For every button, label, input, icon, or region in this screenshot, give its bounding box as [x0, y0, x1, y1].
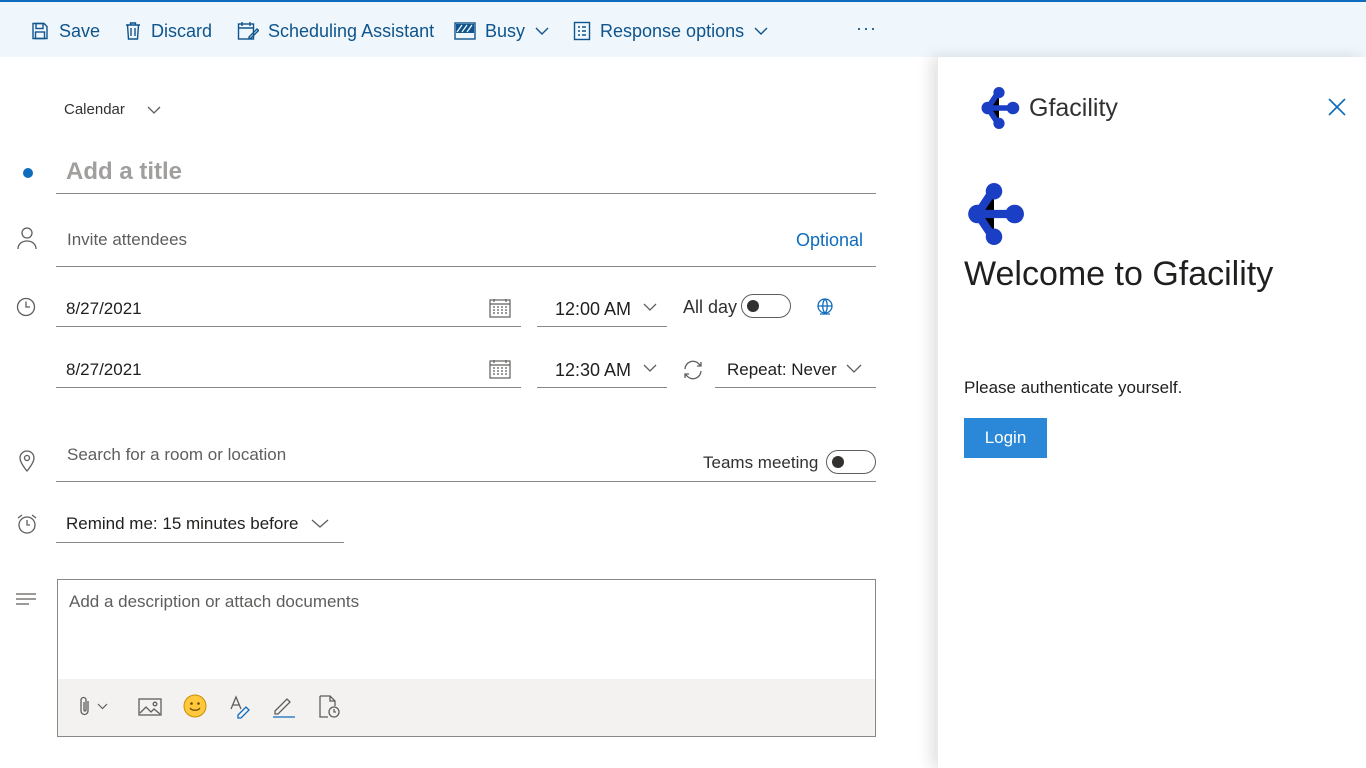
busy-dropdown[interactable]: Busy	[454, 16, 549, 46]
chevron-down-icon	[846, 364, 862, 373]
calendar-edit-icon	[237, 22, 259, 40]
end-date-picker[interactable]: 8/27/2021	[56, 352, 521, 388]
welcome-heading: Welcome to Gfacility	[964, 255, 1274, 293]
location-placeholder: Search for a room or location	[67, 445, 287, 464]
reminder-label: Remind me: 15 minutes before	[66, 514, 299, 533]
chevron-down-icon	[311, 519, 329, 528]
alarm-clock-icon	[17, 514, 37, 534]
paperclip-icon	[80, 696, 89, 716]
repeat-label: Repeat: Never	[727, 360, 837, 379]
formatting-toolbar	[58, 679, 875, 736]
text-lines-icon	[16, 593, 36, 605]
save-button[interactable]: Save	[30, 16, 100, 46]
teams-meeting-toggle[interactable]	[826, 450, 876, 474]
insert-document-icon[interactable]	[318, 695, 340, 719]
all-day-toggle[interactable]	[741, 294, 791, 318]
response-options-label: Response options	[600, 20, 745, 41]
scheduling-assistant-button[interactable]: Scheduling Assistant	[237, 16, 434, 46]
all-day-label: All day	[683, 297, 738, 317]
calendar-color-dot	[23, 168, 33, 178]
save-label: Save	[59, 20, 101, 41]
login-button[interactable]: Login	[964, 418, 1047, 458]
close-icon[interactable]	[1328, 98, 1346, 116]
chevron-down-icon	[754, 27, 768, 35]
signature-pen-icon[interactable]	[271, 695, 297, 719]
clock-icon	[16, 297, 36, 317]
optional-attendees-link[interactable]: Optional	[796, 230, 863, 251]
person-icon	[17, 227, 37, 250]
teams-meeting-label: Teams meeting	[703, 453, 819, 472]
trash-icon	[126, 22, 140, 40]
start-date-value: 8/27/2021	[66, 299, 142, 318]
reminder-dropdown[interactable]: Remind me: 15 minutes before	[56, 507, 344, 543]
calendar-label: Calendar	[64, 101, 125, 118]
discard-button[interactable]: Discard	[124, 16, 212, 46]
chevron-down-icon	[97, 703, 108, 709]
description-placeholder: Add a description or attach documents	[69, 592, 360, 611]
end-time-value: 12:30 AM	[555, 360, 632, 380]
gfacility-logo-icon	[981, 87, 1020, 129]
start-date-picker[interactable]: 8/27/2021	[56, 291, 521, 327]
invite-attendees-input[interactable]: Invite attendees Optional	[56, 222, 876, 267]
attendees-placeholder: Invite attendees	[67, 230, 188, 249]
location-pin-icon	[19, 450, 35, 472]
save-icon	[32, 22, 48, 40]
time-zone-icon[interactable]	[815, 297, 835, 317]
gfacility-large-logo-icon	[968, 183, 1024, 245]
chevron-down-icon	[147, 106, 161, 114]
more-options-button[interactable]: ···	[856, 18, 877, 39]
discard-label: Discard	[151, 20, 213, 41]
title-placeholder: Add a title	[66, 158, 183, 185]
busy-label: Busy	[485, 20, 526, 41]
response-options-icon	[573, 21, 591, 41]
event-form: Calendar Add a title Invite attendees Op…	[0, 57, 937, 768]
calendar-icon	[489, 360, 511, 379]
chevron-down-icon	[535, 27, 549, 35]
scheduling-assistant-label: Scheduling Assistant	[268, 20, 435, 41]
chevron-down-icon	[643, 303, 657, 311]
title-input[interactable]: Add a title	[56, 153, 876, 194]
start-time-value: 12:00 AM	[555, 299, 632, 319]
description-editor[interactable]: Add a description or attach documents	[57, 579, 876, 737]
busy-status-icon	[454, 22, 476, 40]
repeat-icon	[684, 360, 702, 380]
calendar-selector[interactable]: Calendar	[64, 101, 161, 118]
end-date-value: 8/27/2021	[66, 360, 142, 379]
addin-title: Gfacility	[1029, 94, 1118, 122]
gfacility-addin-pane: Gfacility Welcome to Gfacility Please au…	[937, 57, 1366, 768]
insert-picture-icon[interactable]	[138, 697, 162, 717]
attach-file-button[interactable]	[78, 695, 108, 717]
command-bar: Save Discard Scheduling Assistant Busy R…	[0, 0, 1366, 57]
repeat-dropdown[interactable]: Repeat: Never	[715, 352, 876, 388]
emoji-icon[interactable]	[183, 694, 207, 718]
chevron-down-icon	[643, 364, 657, 372]
end-time-picker[interactable]: 12:30 AM	[537, 352, 667, 388]
calendar-icon	[489, 299, 511, 318]
start-time-picker[interactable]: 12:00 AM	[537, 291, 667, 327]
auth-message: Please authenticate yourself.	[964, 378, 1183, 397]
format-text-icon[interactable]	[228, 695, 252, 719]
response-options-dropdown[interactable]: Response options	[573, 16, 768, 46]
